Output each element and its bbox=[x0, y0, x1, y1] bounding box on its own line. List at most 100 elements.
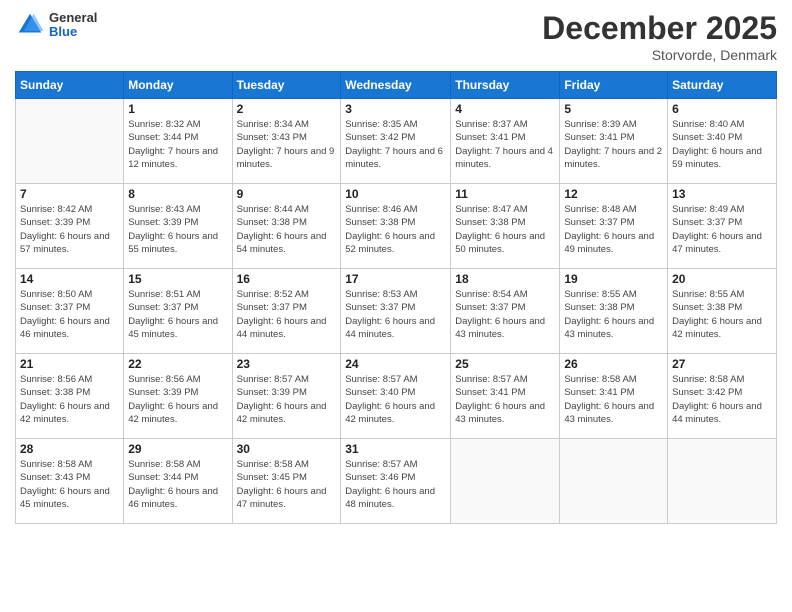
day-info: Sunrise: 8:58 AMSunset: 3:44 PMDaylight:… bbox=[128, 458, 227, 511]
calendar-cell: 20Sunrise: 8:55 AMSunset: 3:38 PMDayligh… bbox=[668, 269, 777, 354]
sunset-text: Sunset: 3:40 PM bbox=[672, 131, 772, 144]
day-number: 17 bbox=[345, 272, 446, 286]
daylight-text: Daylight: 6 hours and 54 minutes. bbox=[237, 230, 337, 257]
calendar-cell: 5Sunrise: 8:39 AMSunset: 3:41 PMDaylight… bbox=[560, 99, 668, 184]
sunrise-text: Sunrise: 8:39 AM bbox=[564, 118, 663, 131]
day-number: 4 bbox=[455, 102, 555, 116]
calendar-cell: 8 Sunrise: 8:43 AMSunset: 3:39 PMDaylight… bbox=[124, 184, 232, 269]
daylight-text: Daylight: 7 hours and 4 minutes. bbox=[455, 145, 555, 172]
sunrise-text: Sunrise: 8:54 AM bbox=[455, 288, 555, 301]
sunrise-text: Sunrise: 8:55 AM bbox=[672, 288, 772, 301]
calendar-cell: 11Sunrise: 8:47 AMSunset: 3:38 PMDayligh… bbox=[451, 184, 560, 269]
calendar-cell: 23Sunrise: 8:57 AMSunset: 3:39 PMDayligh… bbox=[232, 354, 341, 439]
daylight-text: Daylight: 6 hours and 57 minutes. bbox=[20, 230, 119, 257]
col-monday: Monday bbox=[124, 72, 232, 99]
day-info: Sunrise: 8:58 AMSunset: 3:43 PMDaylight:… bbox=[20, 458, 119, 511]
sunset-text: Sunset: 3:39 PM bbox=[128, 386, 227, 399]
sunrise-text: Sunrise: 8:49 AM bbox=[672, 203, 772, 216]
sunrise-text: Sunrise: 8:34 AM bbox=[237, 118, 337, 131]
calendar-cell: 28Sunrise: 8:58 AMSunset: 3:43 PMDayligh… bbox=[16, 439, 124, 524]
day-info: Sunrise: 8:57 AMSunset: 3:41 PMDaylight:… bbox=[455, 373, 555, 426]
day-info: Sunrise: 8:42 AMSunset: 3:39 PMDaylight:… bbox=[20, 203, 119, 256]
day-info: Sunrise: 8:52 AMSunset: 3:37 PMDaylight:… bbox=[237, 288, 337, 341]
sunrise-text: Sunrise: 8:47 AM bbox=[455, 203, 555, 216]
daylight-text: Daylight: 6 hours and 44 minutes. bbox=[237, 315, 337, 342]
day-number: 7 bbox=[20, 187, 119, 201]
sunrise-text: Sunrise: 8:57 AM bbox=[345, 373, 446, 386]
day-number: 16 bbox=[237, 272, 337, 286]
day-number: 14 bbox=[20, 272, 119, 286]
day-info: Sunrise: 8:50 AMSunset: 3:37 PMDaylight:… bbox=[20, 288, 119, 341]
sunrise-text: Sunrise: 8:42 AM bbox=[20, 203, 119, 216]
day-info: Sunrise: 8:51 AMSunset: 3:37 PMDaylight:… bbox=[128, 288, 227, 341]
day-number: 15 bbox=[128, 272, 227, 286]
calendar-cell: 7 Sunrise: 8:42 AMSunset: 3:39 PMDaylight… bbox=[16, 184, 124, 269]
calendar-cell: 6Sunrise: 8:40 AMSunset: 3:40 PMDaylight… bbox=[668, 99, 777, 184]
calendar-week-4: 28Sunrise: 8:58 AMSunset: 3:43 PMDayligh… bbox=[16, 439, 777, 524]
sunrise-text: Sunrise: 8:58 AM bbox=[20, 458, 119, 471]
day-info: Sunrise: 8:44 AMSunset: 3:38 PMDaylight:… bbox=[237, 203, 337, 256]
calendar-cell: 10Sunrise: 8:46 AMSunset: 3:38 PMDayligh… bbox=[341, 184, 451, 269]
day-info: Sunrise: 8:39 AMSunset: 3:41 PMDaylight:… bbox=[564, 118, 663, 171]
sunset-text: Sunset: 3:38 PM bbox=[564, 301, 663, 314]
daylight-text: Daylight: 7 hours and 2 minutes. bbox=[564, 145, 663, 172]
sunset-text: Sunset: 3:37 PM bbox=[237, 301, 337, 314]
sunset-text: Sunset: 3:37 PM bbox=[455, 301, 555, 314]
day-info: Sunrise: 8:40 AMSunset: 3:40 PMDaylight:… bbox=[672, 118, 772, 171]
day-info: Sunrise: 8:53 AMSunset: 3:37 PMDaylight:… bbox=[345, 288, 446, 341]
sunrise-text: Sunrise: 8:58 AM bbox=[128, 458, 227, 471]
sunset-text: Sunset: 3:42 PM bbox=[345, 131, 446, 144]
sunrise-text: Sunrise: 8:35 AM bbox=[345, 118, 446, 131]
day-info: Sunrise: 8:32 AMSunset: 3:44 PMDaylight:… bbox=[128, 118, 227, 171]
sunset-text: Sunset: 3:39 PM bbox=[128, 216, 227, 229]
day-number: 13 bbox=[672, 187, 772, 201]
sunrise-text: Sunrise: 8:58 AM bbox=[672, 373, 772, 386]
sunset-text: Sunset: 3:43 PM bbox=[237, 131, 337, 144]
day-info: Sunrise: 8:56 AMSunset: 3:38 PMDaylight:… bbox=[20, 373, 119, 426]
sunrise-text: Sunrise: 8:57 AM bbox=[455, 373, 555, 386]
subtitle: Storvorde, Denmark bbox=[542, 47, 777, 63]
sunrise-text: Sunrise: 8:57 AM bbox=[345, 458, 446, 471]
sunset-text: Sunset: 3:37 PM bbox=[672, 216, 772, 229]
daylight-text: Daylight: 6 hours and 59 minutes. bbox=[672, 145, 772, 172]
page-title: December 2025 bbox=[542, 10, 777, 47]
day-number: 3 bbox=[345, 102, 446, 116]
daylight-text: Daylight: 6 hours and 42 minutes. bbox=[672, 315, 772, 342]
calendar-week-0: 1Sunrise: 8:32 AMSunset: 3:44 PMDaylight… bbox=[16, 99, 777, 184]
daylight-text: Daylight: 6 hours and 43 minutes. bbox=[564, 315, 663, 342]
calendar-cell: 16 Sunrise: 8:52 AMSunset: 3:37 PMDayligh… bbox=[232, 269, 341, 354]
day-number: 30 bbox=[237, 442, 337, 456]
day-info: Sunrise: 8:54 AMSunset: 3:37 PMDaylight:… bbox=[455, 288, 555, 341]
day-info: Sunrise: 8:55 AMSunset: 3:38 PMDaylight:… bbox=[672, 288, 772, 341]
day-number: 21 bbox=[20, 357, 119, 371]
sunrise-text: Sunrise: 8:51 AM bbox=[128, 288, 227, 301]
sunrise-text: Sunrise: 8:53 AM bbox=[345, 288, 446, 301]
day-number: 8 bbox=[128, 187, 227, 201]
daylight-text: Daylight: 6 hours and 44 minutes. bbox=[345, 315, 446, 342]
sunset-text: Sunset: 3:41 PM bbox=[455, 131, 555, 144]
calendar-cell: 25Sunrise: 8:57 AMSunset: 3:41 PMDayligh… bbox=[451, 354, 560, 439]
day-info: Sunrise: 8:37 AMSunset: 3:41 PMDaylight:… bbox=[455, 118, 555, 171]
calendar-cell: 14 Sunrise: 8:50 AMSunset: 3:37 PMDayligh… bbox=[16, 269, 124, 354]
calendar-cell: 1Sunrise: 8:32 AMSunset: 3:44 PMDaylight… bbox=[124, 99, 232, 184]
day-info: Sunrise: 8:48 AMSunset: 3:37 PMDaylight:… bbox=[564, 203, 663, 256]
sunset-text: Sunset: 3:42 PM bbox=[672, 386, 772, 399]
day-info: Sunrise: 8:57 AMSunset: 3:40 PMDaylight:… bbox=[345, 373, 446, 426]
col-sunday: Sunday bbox=[16, 72, 124, 99]
logo-text: General Blue bbox=[49, 11, 97, 40]
header-row: Sunday Monday Tuesday Wednesday Thursday… bbox=[16, 72, 777, 99]
col-saturday: Saturday bbox=[668, 72, 777, 99]
calendar-cell: 29Sunrise: 8:58 AMSunset: 3:44 PMDayligh… bbox=[124, 439, 232, 524]
sunrise-text: Sunrise: 8:32 AM bbox=[128, 118, 227, 131]
day-info: Sunrise: 8:47 AMSunset: 3:38 PMDaylight:… bbox=[455, 203, 555, 256]
col-tuesday: Tuesday bbox=[232, 72, 341, 99]
day-info: Sunrise: 8:43 AMSunset: 3:39 PMDaylight:… bbox=[128, 203, 227, 256]
sunset-text: Sunset: 3:39 PM bbox=[237, 386, 337, 399]
sunset-text: Sunset: 3:37 PM bbox=[345, 301, 446, 314]
daylight-text: Daylight: 7 hours and 6 minutes. bbox=[345, 145, 446, 172]
sunset-text: Sunset: 3:37 PM bbox=[128, 301, 227, 314]
daylight-text: Daylight: 7 hours and 9 minutes. bbox=[237, 145, 337, 172]
calendar-cell: 2Sunrise: 8:34 AMSunset: 3:43 PMDaylight… bbox=[232, 99, 341, 184]
sunset-text: Sunset: 3:39 PM bbox=[20, 216, 119, 229]
calendar-cell: 22Sunrise: 8:56 AMSunset: 3:39 PMDayligh… bbox=[124, 354, 232, 439]
